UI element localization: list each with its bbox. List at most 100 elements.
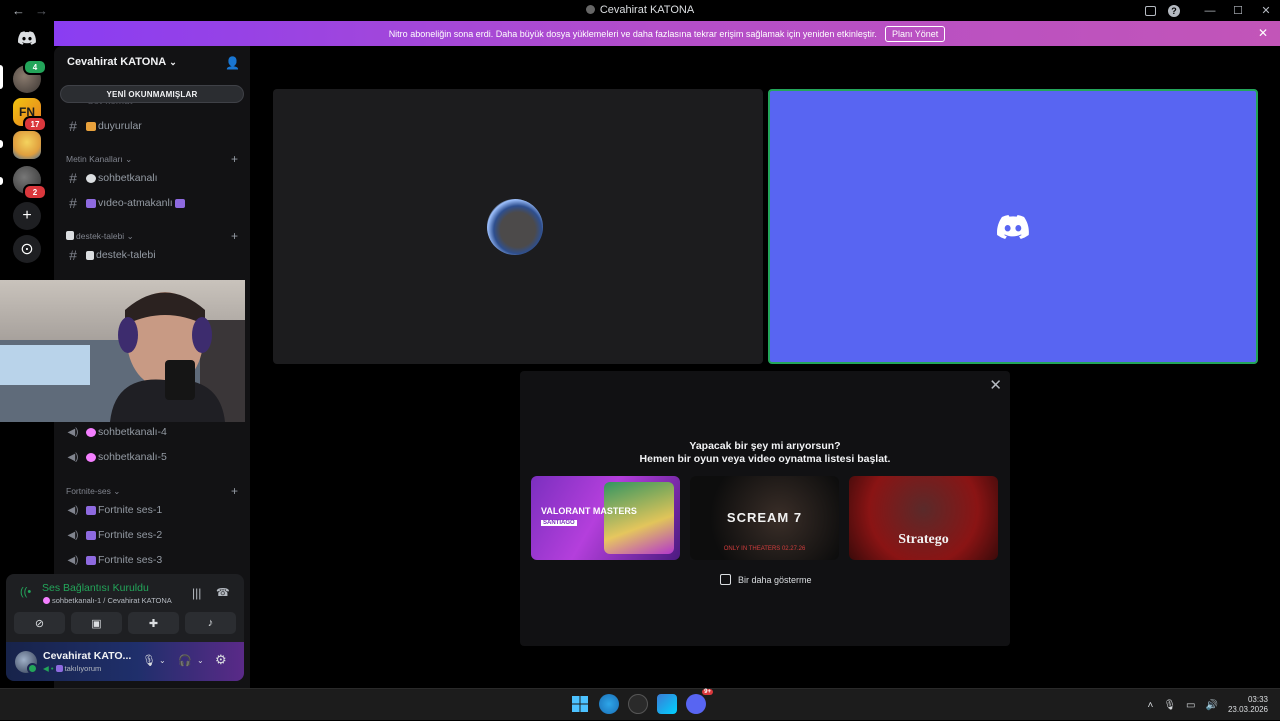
gamepad-icon <box>55 665 63 672</box>
activity-cards: VALORANT MASTERS SANTIAGO SCREAM 7 ONLY I… <box>531 476 998 560</box>
gamepad-icon <box>86 555 96 565</box>
inbox-icon[interactable] <box>1138 0 1162 21</box>
category-name: Metin Kanalları <box>66 154 123 164</box>
category-destek-talebi[interactable]: destek-talebi ⌄ + <box>66 229 238 243</box>
chevron-down-icon[interactable]: ⌄ <box>197 656 204 665</box>
username[interactable]: Cevahirat KATO... <box>43 650 131 662</box>
microphone-icon[interactable]: 🎙 <box>142 654 156 667</box>
manage-plan-button[interactable]: Planı Yönet <box>884 25 946 42</box>
activity-card-stratego[interactable]: Stratego <box>849 476 998 560</box>
create-channel-icon[interactable]: + <box>231 152 238 166</box>
emoji-icon <box>86 427 96 437</box>
create-channel-icon[interactable]: + <box>231 229 238 243</box>
participant-tile[interactable] <box>273 89 763 364</box>
channel-duyurular[interactable]: # duyurular <box>62 115 242 137</box>
chevron-up-icon[interactable]: ˄ <box>1148 700 1154 711</box>
voice-actions: ⊘ ▣ ✚ ♪ <box>14 612 236 634</box>
active-server-pill <box>0 65 3 89</box>
chevron-down-icon: ⌄ <box>169 57 177 67</box>
checkbox[interactable] <box>720 574 731 585</box>
taskbar-apps: 9+ <box>570 689 713 714</box>
channel-name: destek-talebi <box>96 249 156 261</box>
volume-icon[interactable]: 🔊 <box>1206 700 1218 711</box>
clock[interactable]: 03:33 23.03.2026 <box>1228 695 1268 715</box>
close-icon[interactable]: ✕ <box>989 376 1002 394</box>
voice-channel-path[interactable]: sohbetkanalı-1 / Cevahirat KATONA <box>43 596 172 605</box>
headphones-icon[interactable]: 🎧 <box>178 654 192 667</box>
minimize-button[interactable]: — <box>1196 0 1224 21</box>
channel-name: sohbetkanalı-5 <box>98 451 167 463</box>
discord-taskbar-icon[interactable]: 9+ <box>686 689 713 714</box>
activities-icon[interactable]: ✚ <box>128 612 179 634</box>
voice-channel-fortnite-2[interactable]: ◀) Fortnite ses-2 <box>62 524 242 546</box>
speaker-icon: ◀) <box>67 426 79 438</box>
new-unreads-pill[interactable]: YENİ OKUNMAMIŞLAR <box>60 85 244 103</box>
voice-channel-sohbetkanali-4[interactable]: ◀) sohbetkanalı-4 <box>62 421 242 443</box>
chevron-down-icon[interactable]: ⌄ <box>159 656 166 665</box>
system-tray: ˄ 🎙 ▭ 🔊 03:33 23.03.2026 <box>1148 689 1269 721</box>
avatar[interactable] <box>15 651 38 674</box>
card-title-text: VALORANT MASTERS <box>541 506 637 516</box>
user-status: ◀ • takılıyorum <box>43 664 101 673</box>
call-stage: ✕ Yapacak bir şey mi arıyorsun? Hemen bi… <box>250 46 1280 688</box>
voice-channel-sohbetkanali-5[interactable]: ◀) sohbetkanalı-5 <box>62 446 242 468</box>
activity-suggestion-modal: ✕ Yapacak bir şey mi arıyorsun? Hemen bi… <box>520 371 1010 646</box>
windows-start-icon[interactable] <box>570 694 590 714</box>
card-subtitle: ONLY IN THEATERS 02.27.26 <box>723 546 806 552</box>
channel-name: duyurular <box>98 120 142 132</box>
close-button[interactable]: ✕ <box>1252 0 1280 21</box>
gear-icon[interactable]: ⚙ <box>215 652 227 668</box>
server-icon-3[interactable] <box>13 131 41 159</box>
activity-card-scream[interactable]: SCREAM 7 ONLY IN THEATERS 02.27.26 <box>690 476 839 560</box>
card-title: Stratego <box>898 532 949 547</box>
voice-status[interactable]: Ses Bağlantısı Kuruldu <box>42 582 149 594</box>
soundboard-icon[interactable]: ♪ <box>185 612 236 634</box>
app-icon[interactable] <box>657 694 677 714</box>
noise-suppression-icon[interactable]: ||| <box>192 586 201 600</box>
channel-destek-talebi[interactable]: # destek-talebi <box>62 244 242 266</box>
screen-share-icon[interactable]: ▣ <box>71 612 122 634</box>
activity-card-valorant[interactable]: VALORANT MASTERS SANTIAGO <box>531 476 680 560</box>
channel-name: Fortnite ses-2 <box>98 529 163 541</box>
voice-channel-fortnite-1[interactable]: ◀) Fortnite ses-1 <box>62 499 242 521</box>
discord-logo-icon <box>997 214 1029 239</box>
modal-title: Yapacak bir şey mi arıyorsun? <box>689 440 841 452</box>
mention-badge: 17 <box>23 116 47 132</box>
discover-icon[interactable]: ⊙ <box>13 235 41 263</box>
server-icon-fn[interactable]: FN 17 <box>13 98 47 132</box>
unread-pill <box>0 177 3 185</box>
server-header[interactable]: Cevahirat KATONA ⌄ <box>54 46 250 80</box>
voice-channel-fortnite-3[interactable]: ◀) Fortnite ses-3 <box>62 549 242 571</box>
camera-off-icon[interactable]: ⊘ <box>14 612 65 634</box>
server-icon <box>585 5 595 14</box>
direct-messages-home[interactable] <box>13 24 41 52</box>
category-text-channels[interactable]: Metin Kanalları ⌄ + <box>66 152 238 166</box>
help-icon[interactable]: ? <box>1162 0 1186 21</box>
microphone-icon[interactable]: 🎙 <box>1163 700 1176 711</box>
invite-people-icon[interactable]: 👤 <box>225 56 240 70</box>
banner-close-icon[interactable]: ✕ <box>1258 26 1268 40</box>
card-title: SCREAM 7 <box>726 510 803 525</box>
category-fortnite-ses[interactable]: Fortnite-ses ⌄ + <box>66 484 238 498</box>
voice-channel-path-text: sohbetkanalı-1 / Cevahirat KATONA <box>52 596 172 605</box>
participant-tile-speaking[interactable] <box>768 89 1258 364</box>
obs-icon[interactable] <box>628 694 648 714</box>
speech-bubble-icon <box>86 173 96 183</box>
server-icon-1[interactable]: 4 <box>13 59 47 93</box>
gamepad-icon <box>86 505 96 515</box>
gamepad-icon <box>174 198 185 208</box>
category-name: Fortnite-ses <box>66 486 111 496</box>
maximize-button[interactable]: ☐ <box>1224 0 1252 21</box>
edge-browser-icon[interactable] <box>599 694 619 714</box>
date: 23.03.2026 <box>1227 705 1268 714</box>
disconnect-icon[interactable]: ☎ <box>216 586 230 599</box>
dont-show-again[interactable]: Bir daha gösterme <box>720 574 812 585</box>
card-title: VALORANT MASTERS SANTIAGO <box>541 506 637 528</box>
channel-sohbetkanali[interactable]: # sohbetkanalı <box>62 167 242 189</box>
hash-icon: # <box>69 118 77 134</box>
create-channel-icon[interactable]: + <box>231 484 238 498</box>
network-icon[interactable]: ▭ <box>1186 700 1195 711</box>
channel-video-atmakanli[interactable]: # vıdeo-atmakanlı <box>62 192 242 214</box>
server-folder[interactable]: 2 <box>13 166 47 200</box>
add-server-icon[interactable]: + <box>13 202 41 230</box>
